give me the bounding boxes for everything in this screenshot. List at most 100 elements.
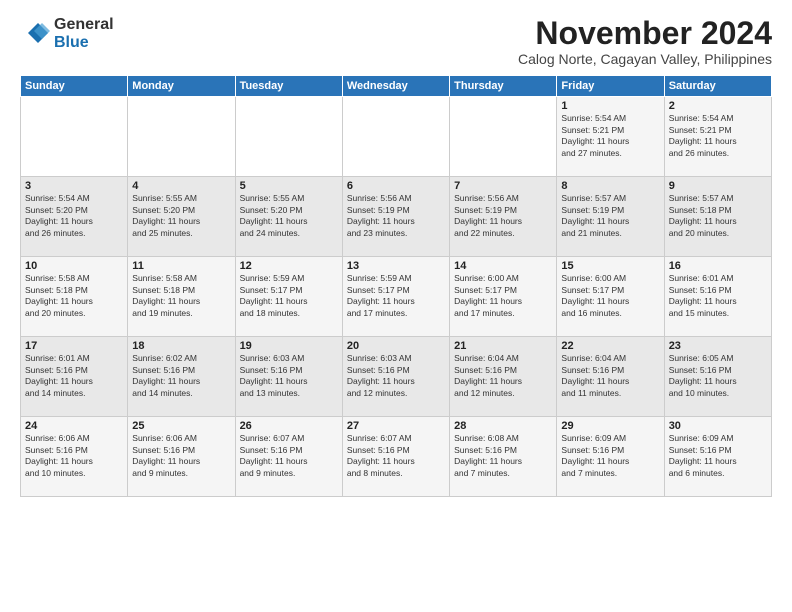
day-info: Sunrise: 6:02 AM Sunset: 5:16 PM Dayligh… (132, 353, 230, 399)
day-number: 2 (669, 100, 767, 112)
calendar-cell (235, 97, 342, 177)
day-number: 22 (561, 340, 659, 352)
day-number: 27 (347, 420, 445, 432)
header-monday: Monday (128, 76, 235, 97)
day-info: Sunrise: 6:03 AM Sunset: 5:16 PM Dayligh… (347, 353, 445, 399)
header: General Blue November 2024 Calog Norte, … (20, 16, 772, 67)
calendar-cell: 22Sunrise: 6:04 AM Sunset: 5:16 PM Dayli… (557, 337, 664, 417)
calendar-cell (128, 97, 235, 177)
calendar-cell: 24Sunrise: 6:06 AM Sunset: 5:16 PM Dayli… (21, 417, 128, 497)
header-wednesday: Wednesday (342, 76, 449, 97)
day-number: 29 (561, 420, 659, 432)
day-info: Sunrise: 6:00 AM Sunset: 5:17 PM Dayligh… (454, 273, 552, 319)
week-row-0: 1Sunrise: 5:54 AM Sunset: 5:21 PM Daylig… (21, 97, 772, 177)
day-info: Sunrise: 5:58 AM Sunset: 5:18 PM Dayligh… (132, 273, 230, 319)
day-number: 9 (669, 180, 767, 192)
day-info: Sunrise: 6:04 AM Sunset: 5:16 PM Dayligh… (561, 353, 659, 399)
day-info: Sunrise: 5:54 AM Sunset: 5:21 PM Dayligh… (669, 113, 767, 159)
day-number: 14 (454, 260, 552, 272)
day-number: 19 (240, 340, 338, 352)
day-info: Sunrise: 6:09 AM Sunset: 5:16 PM Dayligh… (561, 433, 659, 479)
day-info: Sunrise: 5:55 AM Sunset: 5:20 PM Dayligh… (240, 193, 338, 239)
day-number: 25 (132, 420, 230, 432)
day-number: 11 (132, 260, 230, 272)
day-info: Sunrise: 6:06 AM Sunset: 5:16 PM Dayligh… (25, 433, 123, 479)
day-number: 7 (454, 180, 552, 192)
day-number: 23 (669, 340, 767, 352)
calendar-table: SundayMondayTuesdayWednesdayThursdayFrid… (20, 75, 772, 497)
day-number: 6 (347, 180, 445, 192)
day-number: 12 (240, 260, 338, 272)
calendar-cell: 23Sunrise: 6:05 AM Sunset: 5:16 PM Dayli… (664, 337, 771, 417)
day-info: Sunrise: 6:06 AM Sunset: 5:16 PM Dayligh… (132, 433, 230, 479)
day-number: 20 (347, 340, 445, 352)
header-sunday: Sunday (21, 76, 128, 97)
logo-text: General Blue (54, 16, 114, 51)
calendar-cell: 3Sunrise: 5:54 AM Sunset: 5:20 PM Daylig… (21, 177, 128, 257)
calendar-cell: 8Sunrise: 5:57 AM Sunset: 5:19 PM Daylig… (557, 177, 664, 257)
calendar-cell (450, 97, 557, 177)
day-info: Sunrise: 5:59 AM Sunset: 5:17 PM Dayligh… (240, 273, 338, 319)
header-saturday: Saturday (664, 76, 771, 97)
day-number: 5 (240, 180, 338, 192)
calendar-cell: 19Sunrise: 6:03 AM Sunset: 5:16 PM Dayli… (235, 337, 342, 417)
day-number: 17 (25, 340, 123, 352)
day-info: Sunrise: 5:56 AM Sunset: 5:19 PM Dayligh… (454, 193, 552, 239)
calendar-cell: 30Sunrise: 6:09 AM Sunset: 5:16 PM Dayli… (664, 417, 771, 497)
logo: General Blue (20, 16, 114, 51)
day-number: 26 (240, 420, 338, 432)
day-info: Sunrise: 5:54 AM Sunset: 5:20 PM Dayligh… (25, 193, 123, 239)
calendar-cell: 27Sunrise: 6:07 AM Sunset: 5:16 PM Dayli… (342, 417, 449, 497)
calendar-cell (21, 97, 128, 177)
week-row-3: 17Sunrise: 6:01 AM Sunset: 5:16 PM Dayli… (21, 337, 772, 417)
calendar-cell: 16Sunrise: 6:01 AM Sunset: 5:16 PM Dayli… (664, 257, 771, 337)
calendar-cell: 13Sunrise: 5:59 AM Sunset: 5:17 PM Dayli… (342, 257, 449, 337)
day-info: Sunrise: 5:59 AM Sunset: 5:17 PM Dayligh… (347, 273, 445, 319)
day-info: Sunrise: 6:03 AM Sunset: 5:16 PM Dayligh… (240, 353, 338, 399)
title-area: November 2024 Calog Norte, Cagayan Valle… (518, 16, 772, 67)
calendar-cell: 25Sunrise: 6:06 AM Sunset: 5:16 PM Dayli… (128, 417, 235, 497)
day-info: Sunrise: 5:54 AM Sunset: 5:21 PM Dayligh… (561, 113, 659, 159)
day-number: 24 (25, 420, 123, 432)
day-info: Sunrise: 5:57 AM Sunset: 5:18 PM Dayligh… (669, 193, 767, 239)
calendar-cell: 17Sunrise: 6:01 AM Sunset: 5:16 PM Dayli… (21, 337, 128, 417)
calendar-cell: 4Sunrise: 5:55 AM Sunset: 5:20 PM Daylig… (128, 177, 235, 257)
week-row-4: 24Sunrise: 6:06 AM Sunset: 5:16 PM Dayli… (21, 417, 772, 497)
calendar-header: SundayMondayTuesdayWednesdayThursdayFrid… (21, 76, 772, 97)
day-number: 13 (347, 260, 445, 272)
day-number: 8 (561, 180, 659, 192)
calendar-cell: 18Sunrise: 6:02 AM Sunset: 5:16 PM Dayli… (128, 337, 235, 417)
calendar-cell: 9Sunrise: 5:57 AM Sunset: 5:18 PM Daylig… (664, 177, 771, 257)
day-info: Sunrise: 6:00 AM Sunset: 5:17 PM Dayligh… (561, 273, 659, 319)
logo-icon (20, 19, 50, 49)
week-row-2: 10Sunrise: 5:58 AM Sunset: 5:18 PM Dayli… (21, 257, 772, 337)
logo-general: General (54, 16, 114, 34)
header-thursday: Thursday (450, 76, 557, 97)
day-info: Sunrise: 6:08 AM Sunset: 5:16 PM Dayligh… (454, 433, 552, 479)
calendar-cell: 14Sunrise: 6:00 AM Sunset: 5:17 PM Dayli… (450, 257, 557, 337)
day-info: Sunrise: 5:58 AM Sunset: 5:18 PM Dayligh… (25, 273, 123, 319)
calendar-cell: 5Sunrise: 5:55 AM Sunset: 5:20 PM Daylig… (235, 177, 342, 257)
calendar-cell: 15Sunrise: 6:00 AM Sunset: 5:17 PM Dayli… (557, 257, 664, 337)
page: General Blue November 2024 Calog Norte, … (0, 0, 792, 612)
day-number: 4 (132, 180, 230, 192)
month-title: November 2024 (518, 16, 772, 51)
calendar-cell: 12Sunrise: 5:59 AM Sunset: 5:17 PM Dayli… (235, 257, 342, 337)
calendar-body: 1Sunrise: 5:54 AM Sunset: 5:21 PM Daylig… (21, 97, 772, 497)
day-number: 1 (561, 100, 659, 112)
header-tuesday: Tuesday (235, 76, 342, 97)
week-row-1: 3Sunrise: 5:54 AM Sunset: 5:20 PM Daylig… (21, 177, 772, 257)
day-info: Sunrise: 6:07 AM Sunset: 5:16 PM Dayligh… (347, 433, 445, 479)
day-info: Sunrise: 5:57 AM Sunset: 5:19 PM Dayligh… (561, 193, 659, 239)
calendar-cell: 26Sunrise: 6:07 AM Sunset: 5:16 PM Dayli… (235, 417, 342, 497)
calendar-cell (342, 97, 449, 177)
calendar-cell: 6Sunrise: 5:56 AM Sunset: 5:19 PM Daylig… (342, 177, 449, 257)
day-info: Sunrise: 6:07 AM Sunset: 5:16 PM Dayligh… (240, 433, 338, 479)
calendar-cell: 21Sunrise: 6:04 AM Sunset: 5:16 PM Dayli… (450, 337, 557, 417)
logo-blue-text: Blue (54, 34, 114, 52)
subtitle: Calog Norte, Cagayan Valley, Philippines (518, 51, 772, 67)
calendar-cell: 2Sunrise: 5:54 AM Sunset: 5:21 PM Daylig… (664, 97, 771, 177)
calendar-cell: 10Sunrise: 5:58 AM Sunset: 5:18 PM Dayli… (21, 257, 128, 337)
day-info: Sunrise: 6:01 AM Sunset: 5:16 PM Dayligh… (25, 353, 123, 399)
calendar-cell: 29Sunrise: 6:09 AM Sunset: 5:16 PM Dayli… (557, 417, 664, 497)
